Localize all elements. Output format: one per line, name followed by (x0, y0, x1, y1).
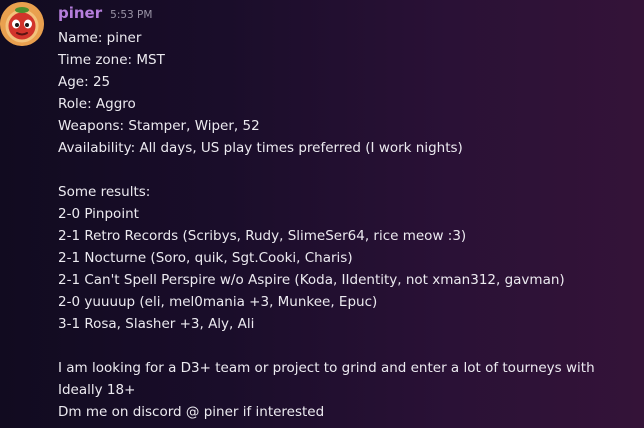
message-header: piner 5:53 PM (58, 4, 152, 26)
message-line-result: 2-1 Nocturne (Soro, quik, Sgt.Cooki, Cha… (58, 250, 353, 266)
chat-message: piner 5:53 PM Name: piner Time zone: MST… (0, 0, 644, 428)
timestamp: 5:53 PM (110, 9, 153, 21)
message-line-age-preference: Ideally 18+ (58, 382, 136, 398)
message-line-name: Name: piner (58, 30, 142, 46)
tomato-face-icon (0, 2, 44, 46)
message-line-result: 2-1 Can't Spell Perspire w/o Aspire (Kod… (58, 272, 565, 288)
message-line-results-heading: Some results: (58, 184, 151, 200)
message-line-result: 2-0 Pinpoint (58, 206, 139, 222)
avatar[interactable] (0, 2, 44, 46)
message-line-role: Role: Aggro (58, 96, 136, 112)
message-body: Name: piner Time zone: MST Age: 25 Role:… (58, 27, 638, 423)
message-line-weapons: Weapons: Stamper, Wiper, 52 (58, 118, 260, 134)
message-line-result: 2-0 yuuuup (eli, mel0mania +3, Munkee, E… (58, 294, 378, 310)
message-line-looking-for: I am looking for a D3+ team or project t… (58, 360, 595, 376)
message-line-timezone: Time zone: MST (58, 52, 165, 68)
message-line-availability: Availability: All days, US play times pr… (58, 140, 463, 156)
message-line-contact: Dm me on discord @ piner if interested (58, 404, 325, 420)
message-line-age: Age: 25 (58, 74, 111, 90)
message-line-result: 2-1 Retro Records (Scribys, Rudy, SlimeS… (58, 228, 467, 244)
username[interactable]: piner (58, 4, 102, 22)
message-line-result: 3-1 Rosa, Slasher +3, Aly, Ali (58, 316, 255, 332)
